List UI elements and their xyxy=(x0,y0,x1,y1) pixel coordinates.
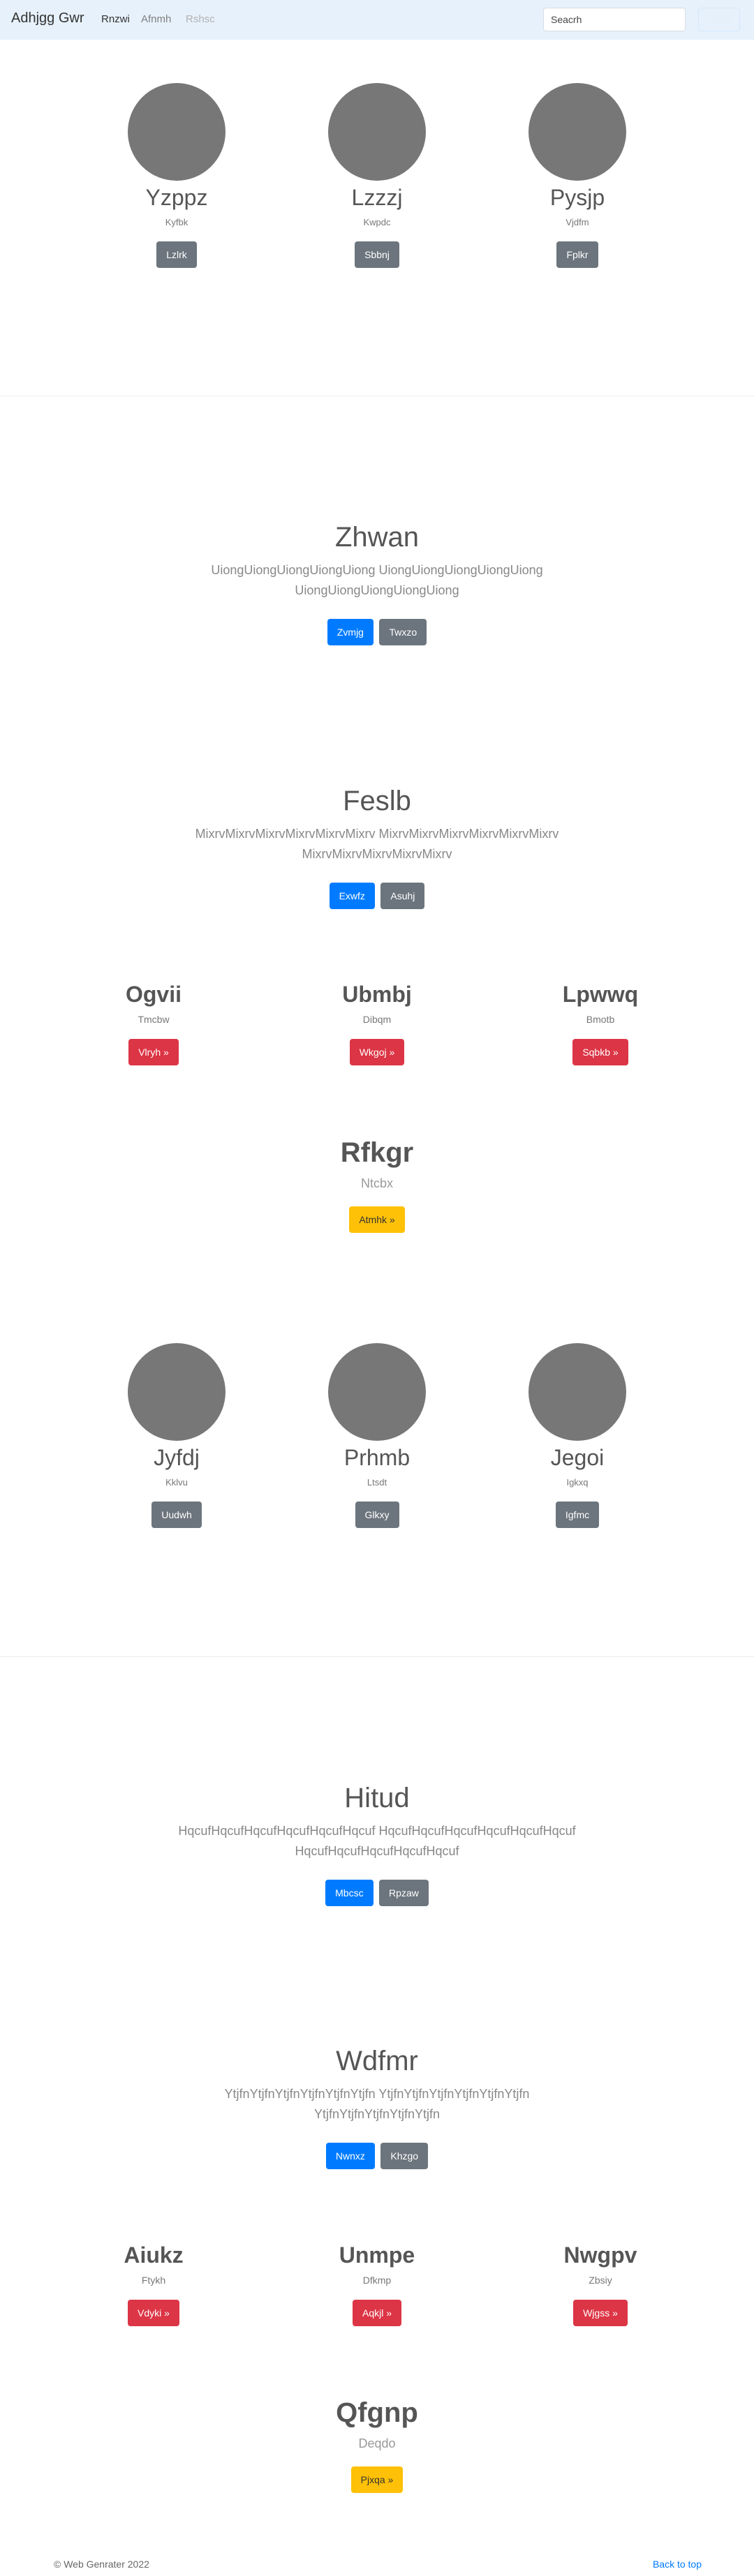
avatar xyxy=(328,83,426,181)
feature-title: Rfkgr xyxy=(340,1137,414,1168)
card-button[interactable]: Lzlrk xyxy=(156,241,197,268)
feature-title: Qfgnp xyxy=(336,2397,418,2428)
avatar xyxy=(328,1343,426,1441)
back-to-top-link[interactable]: Back to top xyxy=(653,2559,702,2570)
hero-primary-button[interactable]: Nwnxz xyxy=(325,2143,375,2169)
hero-secondary-button[interactable]: Khzgo xyxy=(380,2143,429,2169)
search-input[interactable] xyxy=(543,8,686,31)
feature-section: Rfkgr Ntcbx Atmhk » xyxy=(0,1136,754,1233)
column-subtitle: Bmotb xyxy=(586,1014,615,1025)
avatar xyxy=(528,1343,626,1441)
feature-column: Ubmbj Dibqm Wkgoj » xyxy=(272,980,482,1065)
avatar xyxy=(528,83,626,181)
column-title: Unmpe xyxy=(339,2242,415,2268)
column-subtitle: Dfkmp xyxy=(362,2275,392,2286)
hero-primary-button[interactable]: Exwfz xyxy=(329,883,375,909)
column-title: Nwgpv xyxy=(563,2242,637,2268)
column-button[interactable]: Aqkjl » xyxy=(352,2300,402,2326)
card-name: Jyfdj xyxy=(154,1445,200,1470)
card-subtitle: Kyfbk xyxy=(165,217,188,227)
hero-title: Feslb xyxy=(343,786,411,816)
card-button[interactable]: Uudwh xyxy=(151,1502,202,1528)
column-button[interactable]: Vlryh » xyxy=(128,1039,179,1065)
column-subtitle: Dibqm xyxy=(362,1014,392,1025)
column-title: Aiukz xyxy=(124,2242,184,2268)
team-card: Yzppz Kyfbk Lzlrk xyxy=(93,83,260,268)
hero-secondary-button[interactable]: Twxzo xyxy=(379,619,427,645)
hero-text: MixrvMixrvMixrvMixrvMixrvMixrv MixrvMixr… xyxy=(195,827,559,861)
team-card: Jegoi Igkxq Igfmc xyxy=(494,1343,661,1528)
card-name: Jegoi xyxy=(550,1445,605,1470)
avatar xyxy=(128,83,226,181)
feature-button[interactable]: Pjxqa » xyxy=(350,2466,404,2493)
hero-secondary-button[interactable]: Rpzaw xyxy=(379,1880,429,1906)
hero-primary-button[interactable]: Mbcsc xyxy=(325,1880,374,1906)
column-subtitle: Ftykh xyxy=(141,2275,166,2286)
card-button[interactable]: Fplkr xyxy=(556,241,598,268)
hero-section: Feslb MixrvMixrvMixrvMixrvMixrvMixrv Mix… xyxy=(0,784,754,909)
column-button[interactable]: Sqbkb » xyxy=(572,1039,628,1065)
avatar xyxy=(128,1343,226,1441)
nav-link-2[interactable]: Afnmh xyxy=(141,13,171,25)
card-name: Prhmb xyxy=(343,1445,411,1470)
hero-section: Zhwan UiongUiongUiongUiongUiong UiongUio… xyxy=(0,520,754,645)
hero-text: YtjfnYtjfnYtjfnYtjfnYtjfnYtjfn YtjfnYtjf… xyxy=(224,2087,530,2121)
card-button[interactable]: Sbbnj xyxy=(355,241,399,268)
card-subtitle: Kklvu xyxy=(165,1477,188,1488)
column-button[interactable]: Vdyki » xyxy=(128,2300,179,2326)
navbar: Adhjgg Gwr Rnzwi Afnmh Rshsc Seach xyxy=(0,0,754,40)
column-title: Ubmbj xyxy=(342,982,412,1007)
column-button[interactable]: Wjgss » xyxy=(573,2300,628,2326)
nav-link-1[interactable]: Rnzwi xyxy=(101,13,130,25)
team-card: Jyfdj Kklvu Uudwh xyxy=(93,1343,260,1528)
hero-title: Wdfmr xyxy=(336,2046,418,2076)
hero-text: HqcufHqcufHqcufHqcufHqcufHqcuf HqcufHqcu… xyxy=(178,1824,576,1858)
card-subtitle: Vjdfm xyxy=(566,217,589,227)
hero-secondary-button[interactable]: Asuhj xyxy=(380,883,425,909)
card-name: Pysjp xyxy=(549,185,605,210)
column-button[interactable]: Wkgoj » xyxy=(349,1039,405,1065)
card-subtitle: Kwpdc xyxy=(363,217,391,227)
search-button[interactable]: Seach xyxy=(698,8,740,31)
feature-column: Unmpe Dfkmp Aqkjl » xyxy=(272,2241,482,2326)
team-card: Lzzzj Kwpdc Sbbnj xyxy=(293,83,461,268)
feature-column: Ogvii Tmcbw Vlryh » xyxy=(49,980,258,1065)
team-card: Prhmb Ltsdt Glkxy xyxy=(293,1343,461,1528)
card-subtitle: Igkxq xyxy=(566,1477,589,1488)
hero-title: Zhwan xyxy=(334,522,420,553)
feature-button[interactable]: Atmhk » xyxy=(349,1206,405,1233)
feature-column: Lpwwq Bmotb Sqbkb » xyxy=(496,980,705,1065)
feature-column: Nwgpv Zbsiy Wjgss » xyxy=(496,2241,705,2326)
footer-copyright: © Web Genrater 2022 xyxy=(54,2559,149,2570)
team-card: Pysjp Vjdfm Fplkr xyxy=(494,83,661,268)
card-button[interactable]: Igfmc xyxy=(555,1502,600,1528)
feature-subtitle: Ntcbx xyxy=(360,1176,393,1190)
hero-primary-button[interactable]: Zvmjg xyxy=(327,619,374,645)
feature-column: Aiukz Ftykh Vdyki » xyxy=(49,2241,258,2326)
column-subtitle: Tmcbw xyxy=(138,1014,170,1025)
card-name: Yzppz xyxy=(145,185,208,210)
hero-title: Hitud xyxy=(344,1783,410,1813)
column-subtitle: Zbsiy xyxy=(589,2275,612,2286)
feature-subtitle: Deqdo xyxy=(358,2436,396,2450)
column-title: Ogvii xyxy=(125,982,182,1007)
nav-link-3[interactable]: Rshsc xyxy=(186,13,215,25)
navbar-brand[interactable]: Adhjgg Gwr xyxy=(11,10,84,27)
card-button[interactable]: Glkxy xyxy=(355,1502,399,1528)
feature-section: Qfgnp Deqdo Pjxqa » xyxy=(0,2396,754,2493)
section-divider xyxy=(0,1656,754,1657)
card-subtitle: Ltsdt xyxy=(367,1477,387,1488)
column-title: Lpwwq xyxy=(562,982,639,1007)
card-name: Lzzzj xyxy=(351,185,403,210)
hero-section: Hitud HqcufHqcufHqcufHqcufHqcufHqcuf Hqc… xyxy=(0,1781,754,1906)
hero-section: Wdfmr YtjfnYtjfnYtjfnYtjfnYtjfnYtjfn Ytj… xyxy=(0,2044,754,2169)
hero-text: UiongUiongUiongUiongUiong UiongUiongUion… xyxy=(211,563,543,597)
